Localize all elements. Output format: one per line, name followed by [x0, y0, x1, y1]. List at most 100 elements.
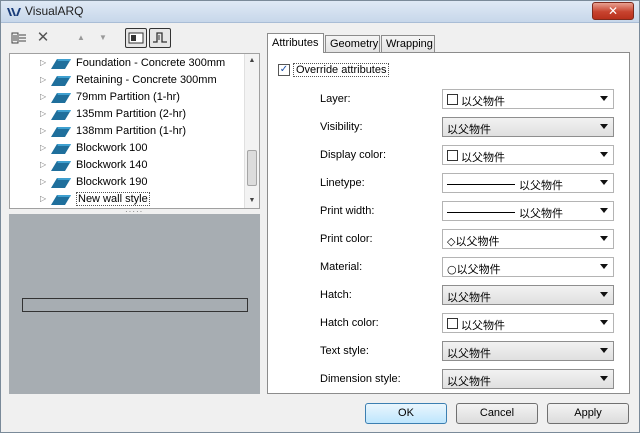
ok-button[interactable]: OK — [365, 403, 447, 424]
expand-arrow-icon[interactable]: ▷ — [40, 126, 46, 135]
override-checkbox[interactable]: ✓ — [278, 64, 290, 76]
wall-style-icon — [51, 76, 71, 86]
attributes-panel: ✓ Override attributes Layer: 以父物件 Visibi… — [267, 52, 630, 394]
print-color-label: Print color: — [320, 233, 373, 245]
row-print-color: Print color: ◇以父物件 — [268, 229, 629, 249]
section-view-icon[interactable] — [149, 28, 171, 48]
print-width-value: 以父物件 — [519, 207, 563, 220]
preview-wall-shape — [22, 298, 248, 312]
tree-item[interactable]: ▷ Foundation - Concrete 300mm — [10, 55, 246, 72]
expand-arrow-icon[interactable]: ▷ — [40, 92, 46, 101]
chevron-down-icon — [600, 376, 608, 381]
scroll-thumb[interactable] — [247, 150, 257, 186]
scroll-down-icon[interactable]: ▼ — [245, 194, 259, 208]
panel-splitter[interactable]: ····· — [125, 208, 145, 216]
hatch-value: 以父物件 — [447, 291, 491, 304]
row-display-color: Display color: 以父物件 — [268, 145, 629, 165]
display-color-select[interactable]: 以父物件 — [442, 145, 614, 165]
visualarq-logo-icon — [7, 8, 21, 16]
layer-value: 以父物件 — [461, 95, 505, 108]
visibility-select[interactable]: 以父物件 — [442, 117, 614, 137]
hatch-label: Hatch: — [320, 289, 352, 301]
tree-item-label: Blockwork 190 — [76, 176, 148, 188]
cancel-button[interactable]: Cancel — [456, 403, 538, 424]
material-select[interactable]: ○以父物件 — [442, 257, 614, 277]
scroll-up-icon[interactable]: ▲ — [245, 54, 259, 68]
tree-item[interactable]: ▷ Blockwork 190 — [10, 174, 246, 191]
tree-item-label: 79mm Partition (1-hr) — [76, 91, 180, 103]
row-text-style: Text style: 以父物件 — [268, 341, 629, 361]
line-sample — [447, 184, 515, 185]
apply-button[interactable]: Apply — [547, 403, 629, 424]
visibility-value: 以父物件 — [447, 123, 491, 136]
style-toolbar: ✕ ▲ ▼ — [9, 28, 259, 50]
row-dimension-style: Dimension style: 以父物件 — [268, 369, 629, 389]
row-print-width: Print width: 以父物件 — [268, 201, 629, 221]
tree-item[interactable]: ▷ Retaining - Concrete 300mm — [10, 72, 246, 89]
move-up-icon[interactable]: ▲ — [71, 28, 91, 48]
tree-item-label: Blockwork 100 — [76, 142, 148, 154]
tree-scrollbar[interactable]: ▲ ▼ — [244, 54, 259, 208]
wall-style-icon — [51, 161, 71, 171]
linetype-label: Linetype: — [320, 177, 365, 189]
title-bar[interactable]: VisualARQ ✕ — [1, 1, 639, 23]
hatch-color-label: Hatch color: — [320, 317, 379, 329]
text-style-select[interactable]: 以父物件 — [442, 341, 614, 361]
display-color-label: Display color: — [320, 149, 387, 161]
wall-style-icon — [51, 144, 71, 154]
tree-item-selected[interactable]: ▷ New wall style — [10, 191, 246, 208]
tree-item-label: 138mm Partition (1-hr) — [76, 125, 187, 137]
row-hatch-color: Hatch color: 以父物件 — [268, 313, 629, 333]
move-down-icon[interactable]: ▼ — [93, 28, 113, 48]
tree-item-label: Blockwork 140 — [76, 159, 148, 171]
chevron-down-icon — [600, 264, 608, 269]
print-width-select[interactable]: 以父物件 — [442, 201, 614, 221]
close-button[interactable]: ✕ — [592, 2, 634, 20]
display-color-value: 以父物件 — [461, 151, 505, 164]
visualarq-dialog: VisualARQ ✕ ✕ ▲ ▼ ▷ Foundation - Concret… — [0, 0, 640, 433]
chevron-down-icon — [600, 124, 608, 129]
tree-item[interactable]: ▷ Blockwork 100 — [10, 140, 246, 157]
wall-style-icon — [51, 127, 71, 137]
hatch-color-select[interactable]: 以父物件 — [442, 313, 614, 333]
row-visibility: Visibility: 以父物件 — [268, 117, 629, 137]
wall-preview — [9, 214, 260, 394]
layer-select[interactable]: 以父物件 — [442, 89, 614, 109]
dimension-style-select[interactable]: 以父物件 — [442, 369, 614, 389]
override-attributes[interactable]: ✓ Override attributes — [278, 63, 390, 77]
chevron-down-icon — [600, 348, 608, 353]
text-style-label: Text style: — [320, 345, 369, 357]
expand-arrow-icon[interactable]: ▷ — [40, 177, 46, 186]
style-tree[interactable]: ▷ Foundation - Concrete 300mm ▷ Retainin… — [9, 53, 260, 209]
style-manager-icon[interactable] — [9, 28, 29, 48]
chevron-down-icon — [600, 180, 608, 185]
override-label: Override attributes — [293, 63, 390, 77]
dimension-style-value: 以父物件 — [447, 375, 491, 388]
expand-arrow-icon[interactable]: ▷ — [40, 75, 46, 84]
wall-style-icon — [51, 178, 71, 188]
expand-arrow-icon[interactable]: ▷ — [40, 143, 46, 152]
tab-geometry[interactable]: Geometry — [325, 35, 380, 52]
tab-wrapping[interactable]: Wrapping — [381, 35, 435, 52]
wall-style-icon — [51, 93, 71, 103]
tree-item-label: New wall style — [76, 192, 150, 206]
tab-attributes[interactable]: Attributes — [267, 33, 324, 53]
expand-arrow-icon[interactable]: ▷ — [40, 109, 46, 118]
tree-item[interactable]: ▷ 135mm Partition (2-hr) — [10, 106, 246, 123]
print-color-select[interactable]: ◇以父物件 — [442, 229, 614, 249]
expand-arrow-icon[interactable]: ▷ — [40, 194, 46, 203]
color-swatch — [447, 94, 458, 105]
chevron-down-icon — [600, 320, 608, 325]
expand-arrow-icon[interactable]: ▷ — [40, 58, 46, 67]
print-width-label: Print width: — [320, 205, 375, 217]
tree-item[interactable]: ▷ Blockwork 140 — [10, 157, 246, 174]
tree-item[interactable]: ▷ 79mm Partition (1-hr) — [10, 89, 246, 106]
linetype-select[interactable]: 以父物件 — [442, 173, 614, 193]
delete-icon[interactable]: ✕ — [33, 28, 53, 48]
tree-item[interactable]: ▷ 138mm Partition (1-hr) — [10, 123, 246, 140]
hatch-select[interactable]: 以父物件 — [442, 285, 614, 305]
row-layer: Layer: 以父物件 — [268, 89, 629, 109]
expand-arrow-icon[interactable]: ▷ — [40, 160, 46, 169]
plan-view-icon[interactable] — [125, 28, 147, 48]
tree-item-label: Retaining - Concrete 300mm — [76, 74, 217, 86]
